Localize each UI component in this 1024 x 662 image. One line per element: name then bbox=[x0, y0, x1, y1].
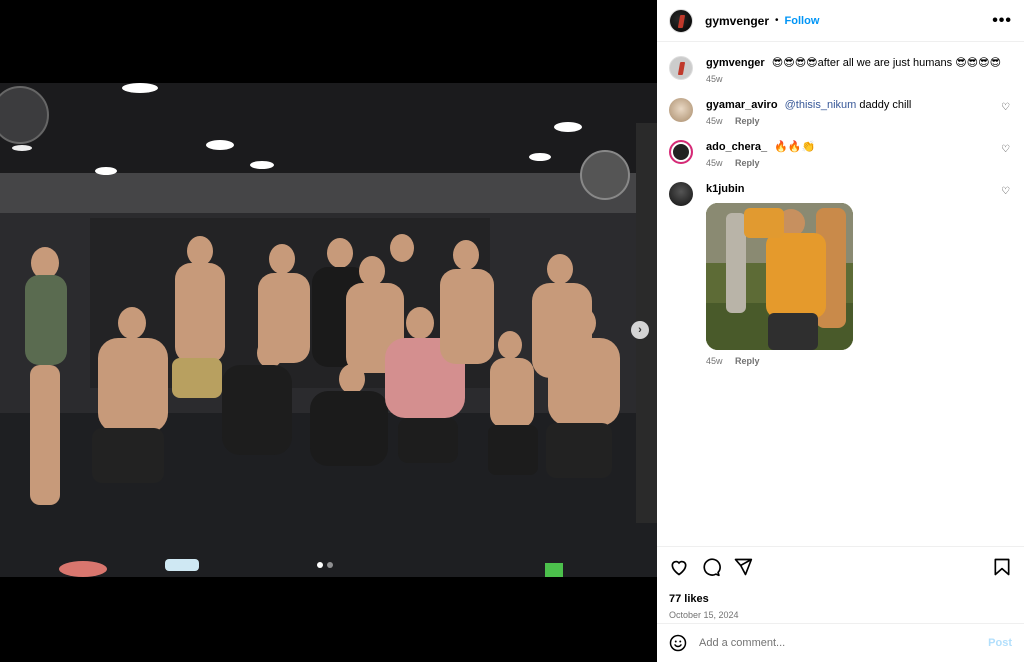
commenter-avatar[interactable] bbox=[669, 98, 693, 122]
comment-like-heart-icon[interactable]: ♡ bbox=[1001, 186, 1010, 197]
heart-icon[interactable] bbox=[669, 557, 689, 577]
comment-icon[interactable] bbox=[701, 557, 721, 577]
emoji-icon[interactable] bbox=[669, 634, 687, 652]
post-header: gymvenger • Follow ••• bbox=[657, 0, 1024, 42]
comment-mention[interactable]: @thisis_nikum bbox=[785, 99, 857, 111]
post-actions: 77 likes October 15, 2024 bbox=[657, 546, 1024, 623]
author-username[interactable]: gymvenger bbox=[705, 14, 769, 28]
likes-count[interactable]: 77 likes bbox=[669, 593, 1012, 605]
comment-time[interactable]: 45w bbox=[706, 356, 723, 366]
comment-like-heart-icon[interactable]: ♡ bbox=[1001, 102, 1010, 113]
comment-item: ado_chera_ 🔥🔥👏 45w Reply ♡ bbox=[669, 140, 1012, 168]
reply-button[interactable]: Reply bbox=[735, 158, 760, 168]
comment-item: k1jubin 45w Reply ♡ bbox=[669, 182, 1012, 366]
carousel-dot-active bbox=[317, 562, 323, 568]
comment-gif-image[interactable] bbox=[706, 203, 853, 350]
follow-button[interactable]: Follow bbox=[785, 15, 820, 27]
carousel-dot bbox=[327, 562, 333, 568]
commenter-username[interactable]: gyamar_aviro bbox=[706, 99, 778, 111]
post-viewer: › gymvenger • Follow ••• gymvenger 😎😎😎😎a… bbox=[0, 0, 1024, 662]
caption-time[interactable]: 45w bbox=[706, 74, 723, 84]
post-comment-button[interactable]: Post bbox=[988, 637, 1012, 649]
media-area: › bbox=[0, 0, 657, 662]
send-icon[interactable] bbox=[733, 557, 753, 577]
caption-avatar[interactable] bbox=[669, 56, 693, 80]
post-date[interactable]: October 15, 2024 bbox=[669, 610, 1012, 620]
caption-username[interactable]: gymvenger bbox=[706, 57, 765, 69]
gif-dancing-man bbox=[706, 203, 853, 350]
comment-like-heart-icon[interactable]: ♡ bbox=[1001, 144, 1010, 155]
comments-list: gymvenger 😎😎😎😎after all we are just huma… bbox=[657, 42, 1024, 546]
reply-button[interactable]: Reply bbox=[735, 116, 760, 126]
reply-button[interactable]: Reply bbox=[735, 356, 760, 366]
comment-input[interactable]: Add a comment... bbox=[699, 637, 988, 649]
header-separator: • bbox=[775, 15, 779, 26]
comment-text: daddy chill bbox=[859, 99, 912, 111]
commenter-username[interactable]: k1jubin bbox=[706, 183, 745, 195]
details-panel: gymvenger • Follow ••• gymvenger 😎😎😎😎aft… bbox=[657, 0, 1024, 662]
commenter-username[interactable]: ado_chera_ bbox=[706, 141, 767, 153]
next-media-button[interactable]: › bbox=[631, 321, 649, 339]
caption-text: 😎😎😎😎after all we are just humans 😎😎😎😎 bbox=[771, 57, 1002, 69]
commenter-avatar[interactable] bbox=[669, 182, 693, 206]
comment-time[interactable]: 45w bbox=[706, 116, 723, 126]
gym-group-photo bbox=[0, 83, 657, 577]
carousel-dots bbox=[317, 562, 333, 568]
bookmark-icon[interactable] bbox=[992, 557, 1012, 577]
comment-time[interactable]: 45w bbox=[706, 158, 723, 168]
post-photo[interactable] bbox=[0, 83, 657, 577]
comment-composer: Add a comment... Post bbox=[657, 623, 1024, 662]
caption: gymvenger 😎😎😎😎after all we are just huma… bbox=[669, 56, 1012, 84]
more-options-icon[interactable]: ••• bbox=[992, 12, 1012, 30]
commenter-avatar[interactable] bbox=[669, 140, 693, 164]
comment-item: gyamar_aviro @thisis_nikum daddy chill 4… bbox=[669, 98, 1012, 126]
author-avatar[interactable] bbox=[669, 8, 693, 33]
comment-text: 🔥🔥👏 bbox=[774, 141, 816, 153]
